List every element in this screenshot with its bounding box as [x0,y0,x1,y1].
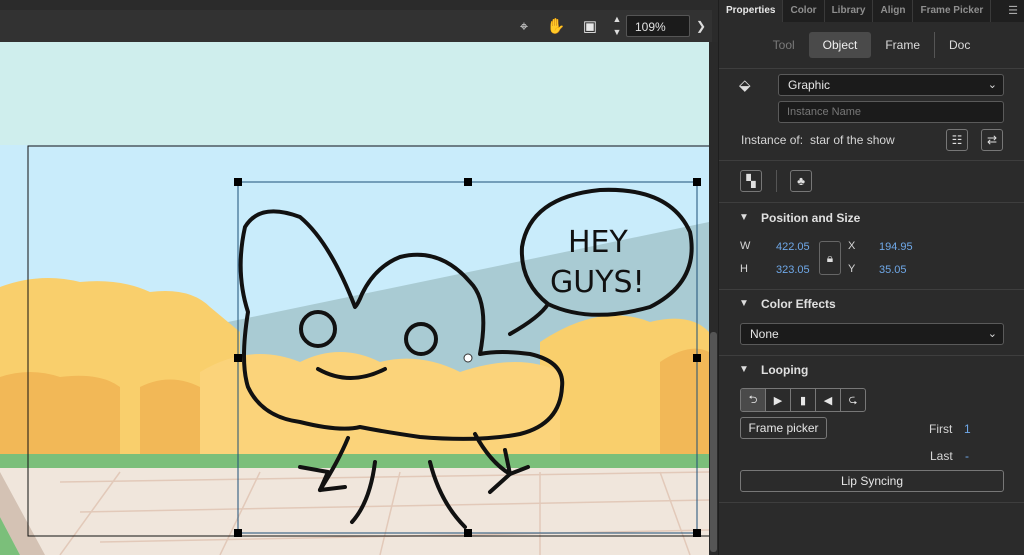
speech-bubble-line1: HEY [568,225,629,260]
vertical-scrollbar[interactable] [709,42,718,555]
stage-area: ⌖ ✋ ▣ ▲ ▼ 109% ❯ HEY GUYS! [0,0,718,555]
loop-mode-buttons: ⮌ ▶ ▮ ◀ ⮎ [740,388,866,412]
first-frame-label: First [929,422,953,436]
symbol-type-icon: ⬙ [739,77,751,94]
last-frame-value[interactable]: - [965,449,969,463]
mode-tab-doc[interactable]: Doc [935,32,984,58]
tab-properties[interactable]: Properties [719,0,784,22]
loop-reverse-icon[interactable]: ⮎ [841,389,865,411]
chevron-down-icon: ⌄ [987,328,997,340]
rotate-hand-icon[interactable]: ✋ [544,14,568,38]
scrollbar-thumb[interactable] [710,332,717,552]
first-frame-value[interactable]: 1 [964,422,971,436]
instance-of-label: Instance of: [741,133,804,147]
play-once-reverse-icon[interactable]: ◀ [816,389,841,411]
symbol-type-value: Graphic [788,78,831,92]
height-label: H [740,263,748,275]
y-label: Y [848,263,856,275]
divider [776,170,777,192]
tab-library[interactable]: Library [825,0,874,22]
center-stage-icon[interactable]: ⌖ [512,14,536,38]
panel-tabs: Properties Color Library Align Frame Pic… [719,0,1024,22]
divider [719,202,1024,203]
x-value[interactable]: 194.95 [879,241,913,253]
single-frame-icon[interactable]: ▮ [791,389,816,411]
canvas-view[interactable]: HEY GUYS! [0,42,709,555]
collapse-chevron-icon[interactable]: ▼ [739,298,749,309]
edit-symbol-properties-icon[interactable]: ☷ [946,129,968,151]
stage-toolbar: ⌖ ✋ ▣ ▲ ▼ 109% ❯ [0,10,712,42]
mode-tab-frame[interactable]: Frame [871,32,934,58]
clip-canvas-icon[interactable]: ▣ [578,14,602,38]
color-effects-title: Color Effects [761,297,836,311]
color-effect-value: None [750,327,779,341]
panel-menu-icon[interactable]: ☰ [1008,4,1018,17]
zoom-dropdown-icon[interactable]: ❯ [692,15,710,37]
divider [719,68,1024,69]
loop-icon[interactable]: ⮌ [741,389,766,411]
speech-bubble-line2: GUYS! [550,265,645,300]
convert-to-symbol-icon[interactable]: ♣ [790,170,812,192]
play-once-icon[interactable]: ▶ [766,389,791,411]
divider [719,289,1024,290]
tab-frame-picker[interactable]: Frame Picker [913,0,992,22]
chevron-down-icon: ⌄ [987,79,997,91]
mode-tabs: Tool Object Frame Doc [719,22,1024,68]
color-effect-dropdown[interactable]: None ⌄ [740,323,1004,345]
divider [719,502,1024,503]
symbol-type-dropdown[interactable]: Graphic ⌄ [778,74,1004,96]
position-size-title: Position and Size [761,211,861,225]
collapse-chevron-icon[interactable]: ▼ [739,212,749,223]
zoom-input[interactable]: 109% [626,15,690,37]
instance-name-input[interactable]: Instance Name [778,101,1004,123]
width-label: W [740,240,751,252]
properties-panel: Properties Color Library Align Frame Pic… [719,0,1024,555]
lip-syncing-button[interactable]: Lip Syncing [740,470,1004,492]
last-frame-label: Last [930,449,953,463]
swap-symbol-icon[interactable]: ⇄ [981,129,1003,151]
looping-title: Looping [761,363,809,377]
width-value[interactable]: 422.05 [776,241,810,253]
break-apart-icon[interactable]: ▚ [740,170,762,192]
tab-align[interactable]: Align [873,0,914,22]
divider [719,355,1024,356]
mode-tab-object[interactable]: Object [808,32,872,58]
collapse-chevron-icon[interactable]: ▼ [739,364,749,375]
height-value[interactable]: 323.05 [776,264,810,276]
y-value[interactable]: 35.05 [879,264,907,276]
divider [719,160,1024,161]
lock-aspect-icon[interactable]: 🔒︎ [819,241,841,275]
instance-of-value: star of the show [810,133,895,147]
frame-picker-button[interactable]: Frame picker [740,417,827,439]
stage-artwork: HEY GUYS! [0,42,709,555]
zoom-stepper[interactable]: ▲ ▼ [610,15,624,37]
mode-tab-tool[interactable]: Tool [759,32,809,58]
x-label: X [848,240,856,252]
tab-color[interactable]: Color [783,0,825,22]
